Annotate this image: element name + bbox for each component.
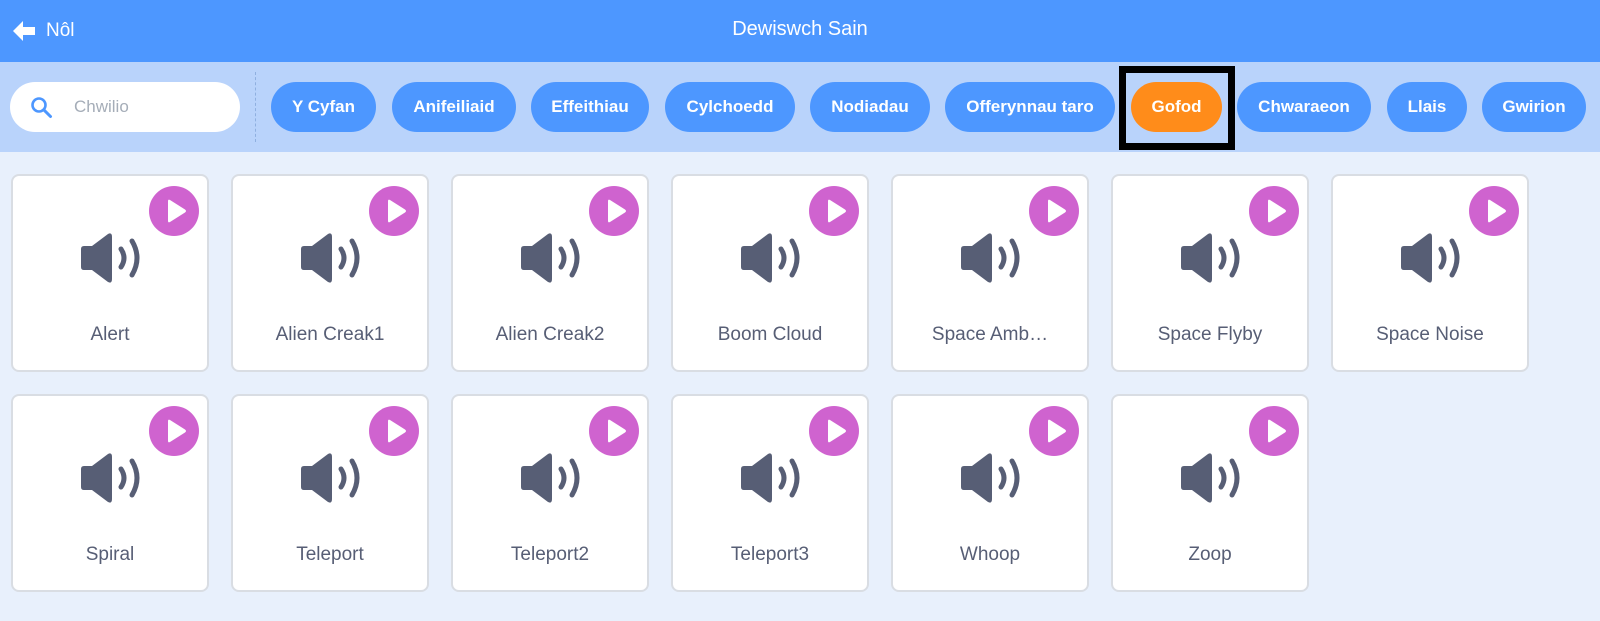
- tag-offerynnau-taro[interactable]: Offerynnau taro: [945, 82, 1115, 132]
- speaker-icon: [741, 453, 800, 503]
- play-button[interactable]: [589, 406, 639, 456]
- page-title: Dewiswch Sain: [732, 18, 868, 40]
- sound-name: Teleport2: [510, 544, 590, 565]
- filter-bar: Y Cyfan Anifeiliaid Effeithiau Cylchoedd…: [0, 62, 1600, 152]
- play-button[interactable]: [369, 186, 419, 236]
- play-icon: [388, 419, 406, 443]
- speaker-icon: [81, 453, 140, 503]
- top-bar: Nôl Dewiswch Sain: [0, 0, 1600, 62]
- sound-name: Space Amb…: [931, 324, 1049, 345]
- play-icon: [608, 419, 626, 443]
- search-icon: [31, 97, 52, 118]
- sound-name: Teleport3: [730, 544, 810, 565]
- play-icon: [608, 199, 626, 223]
- play-button[interactable]: [1469, 186, 1519, 236]
- play-icon: [388, 199, 406, 223]
- tag-nodiadau[interactable]: Nodiadau: [810, 82, 930, 132]
- sound-card[interactable]: Space Flyby: [1111, 174, 1309, 372]
- speaker-icon: [1181, 453, 1240, 503]
- sound-card[interactable]: Teleport2: [451, 394, 649, 592]
- speaker-icon: [961, 453, 1020, 503]
- tag-gwirion[interactable]: Gwirion: [1482, 82, 1586, 132]
- play-button[interactable]: [1249, 186, 1299, 236]
- sound-name: Boom Cloud: [717, 324, 823, 345]
- tag-chwaraeon[interactable]: Chwaraeon: [1237, 82, 1371, 132]
- sound-card[interactable]: Whoop: [891, 394, 1089, 592]
- sound-name: Alien Creak1: [275, 324, 385, 345]
- speaker-icon: [81, 233, 140, 283]
- sound-card[interactable]: Teleport: [231, 394, 429, 592]
- play-button[interactable]: [1029, 186, 1079, 236]
- play-icon: [1268, 199, 1286, 223]
- sound-card[interactable]: Space Noise: [1331, 174, 1529, 372]
- sound-card[interactable]: Boom Cloud: [671, 174, 869, 372]
- sound-card[interactable]: Alien Creak1: [231, 174, 429, 372]
- sound-card[interactable]: Teleport3: [671, 394, 869, 592]
- sound-name: Teleport: [296, 544, 364, 565]
- play-icon: [1268, 419, 1286, 443]
- speaker-icon: [1181, 233, 1240, 283]
- play-icon: [168, 199, 186, 223]
- sound-name: Space Noise: [1376, 324, 1484, 345]
- speaker-icon: [961, 233, 1020, 283]
- play-button[interactable]: [1249, 406, 1299, 456]
- tag-y-cyfan[interactable]: Y Cyfan: [271, 82, 376, 132]
- speaker-icon: [301, 233, 360, 283]
- sound-name: Alien Creak2: [495, 324, 605, 345]
- tag-cylchoedd[interactable]: Cylchoedd: [665, 82, 795, 132]
- play-button[interactable]: [809, 186, 859, 236]
- sound-name: Zoop: [1188, 544, 1232, 565]
- sound-name: Space Flyby: [1157, 324, 1263, 345]
- speaker-icon: [521, 453, 580, 503]
- sound-card[interactable]: Zoop: [1111, 394, 1309, 592]
- play-button[interactable]: [149, 186, 199, 236]
- tag-anifeiliaid[interactable]: Anifeiliaid: [392, 82, 516, 132]
- sound-name: Alert: [90, 324, 130, 345]
- play-icon: [168, 419, 186, 443]
- play-icon: [828, 199, 846, 223]
- search-box[interactable]: [10, 82, 240, 132]
- sound-name: Spiral: [85, 544, 135, 565]
- speaker-icon: [521, 233, 580, 283]
- tag-effeithiau[interactable]: Effeithiau: [531, 82, 649, 132]
- play-icon: [1488, 199, 1506, 223]
- play-button[interactable]: [1029, 406, 1079, 456]
- tag-gofod[interactable]: Gofod: [1131, 82, 1222, 132]
- play-button[interactable]: [809, 406, 859, 456]
- sound-card[interactable]: Alien Creak2: [451, 174, 649, 372]
- search-input[interactable]: [74, 92, 224, 122]
- sound-card[interactable]: Spiral: [11, 394, 209, 592]
- sound-card[interactable]: Space Amb…: [891, 174, 1089, 372]
- play-icon: [1048, 199, 1066, 223]
- speaker-icon: [301, 453, 360, 503]
- play-button[interactable]: [149, 406, 199, 456]
- sound-name: Whoop: [959, 544, 1021, 565]
- play-button[interactable]: [589, 186, 639, 236]
- speaker-icon: [741, 233, 800, 283]
- filter-divider: [255, 72, 256, 142]
- play-icon: [1048, 419, 1066, 443]
- play-button[interactable]: [369, 406, 419, 456]
- speaker-icon: [1401, 233, 1460, 283]
- play-icon: [828, 419, 846, 443]
- sound-card[interactable]: Alert: [11, 174, 209, 372]
- tag-llais[interactable]: Llais: [1387, 82, 1467, 132]
